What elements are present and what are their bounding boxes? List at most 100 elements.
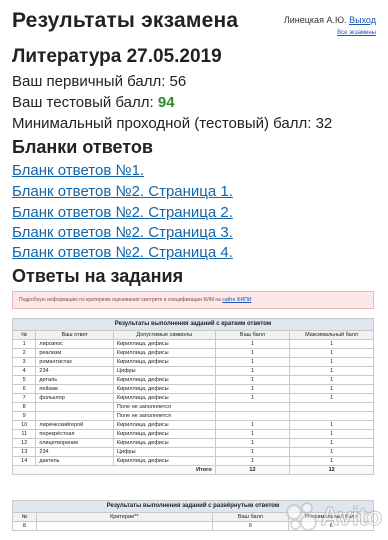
- short-table-header-row: № Ваш ответ Допустимые символы Ваш балл …: [11, 330, 374, 340]
- table-cell: деталь: [35, 375, 114, 385]
- table-cell: 1: [289, 456, 374, 466]
- table-cell: 1: [214, 348, 291, 358]
- table-cell: Кириллица, дефисы: [112, 357, 216, 367]
- table-cell: 1: [289, 339, 374, 349]
- table-cell: 1: [289, 348, 374, 358]
- min-score: Минимальный проходной (тестовый) балл: 3…: [12, 115, 333, 132]
- header-cell: Ваш ответ: [35, 330, 114, 340]
- table-cell: [289, 402, 374, 412]
- logout-link[interactable]: Выход: [349, 15, 376, 25]
- all-exams-link[interactable]: Все экзамены: [284, 30, 376, 36]
- page-title: Результаты экзамена: [12, 9, 239, 32]
- table-cell: 9: [11, 411, 37, 421]
- table-row: 8 Поле не заполняется: [11, 402, 374, 412]
- table-cell: Кириллица, дефисы: [112, 438, 216, 448]
- blank-link-4[interactable]: Бланк ответов №2. Страница 3.: [12, 224, 233, 241]
- table-cell: 6: [11, 384, 37, 394]
- table-cell: [35, 402, 114, 412]
- table-cell: романтистах: [35, 357, 114, 367]
- table-cell: лирозпос: [35, 339, 114, 349]
- table-cell: 1: [214, 375, 291, 385]
- header-cell: Максимальный балл: [289, 330, 374, 340]
- table-cell: олицетворение: [35, 438, 114, 448]
- avito-logo-icon: [286, 501, 318, 532]
- table-cell: 1: [214, 357, 291, 367]
- table-cell: 1: [214, 447, 291, 457]
- test-score: Ваш тестовый балл: 94: [12, 94, 175, 111]
- table-cell: [214, 411, 291, 421]
- table-cell: 1: [289, 375, 374, 385]
- table-cell: 1: [289, 447, 374, 457]
- table-cell: 1: [214, 393, 291, 403]
- table-cell: 1: [289, 357, 374, 367]
- blank-link-2[interactable]: Бланк ответов №2. Страница 1.: [12, 183, 233, 200]
- table-cell: Цифры: [112, 447, 216, 457]
- table-cell: 1: [214, 429, 291, 439]
- answers-heading: Ответы на задания: [12, 266, 184, 286]
- table-cell: 1: [11, 339, 37, 349]
- table-row: 6 пейзаж Кириллица, дефисы 1 1: [11, 384, 374, 394]
- table-cell: 14: [11, 456, 37, 466]
- header-cell: Допустимые символы: [112, 330, 216, 340]
- table-cell: 13: [11, 447, 37, 457]
- table-cell: 1: [214, 438, 291, 448]
- criteria-notice: Подробную информацию по критериям оценив…: [12, 291, 374, 309]
- table-cell: 1: [289, 384, 374, 394]
- table-cell: фольклор: [35, 393, 114, 403]
- table-cell: [214, 402, 291, 412]
- avito-watermark: Avito: [286, 500, 383, 532]
- short-table-caption: Результаты выполнения заданий с кратким …: [12, 318, 374, 330]
- table-cell: Кириллица, дефисы: [112, 429, 216, 439]
- table-cell: пейзаж: [35, 384, 114, 394]
- table-row: 7 фольклор Кириллица, дефисы 1 1: [11, 393, 374, 403]
- test-score-label: Ваш тестовый балл:: [12, 94, 154, 111]
- primary-score: Ваш первичный балл: 56: [12, 73, 187, 90]
- user-box: Линецкая А.Ю. Выход Все экзамены: [284, 15, 376, 36]
- table-cell: 1: [214, 456, 291, 466]
- watermark-text: Avito: [320, 500, 383, 531]
- table-cell: Кириллица, дефисы: [112, 384, 216, 394]
- table-cell: 1: [214, 384, 291, 394]
- blank-link-1[interactable]: Бланк ответов №1.: [12, 162, 144, 179]
- exam-results-page: Результаты экзамена Линецкая А.Ю. Выход …: [0, 0, 388, 540]
- table-cell: 12: [11, 438, 37, 448]
- fipi-link[interactable]: сайте ФИПИ: [222, 297, 251, 303]
- total-score: 12: [214, 465, 291, 475]
- table-cell: Кириллица, дефисы: [112, 393, 216, 403]
- total-label: Итого: [12, 465, 216, 475]
- test-score-value: 94: [157, 94, 175, 111]
- table-row: 4 234 Цифры 1 1: [11, 366, 374, 376]
- table-cell: 10: [11, 420, 37, 430]
- total-row: Итого 12 12: [12, 465, 374, 475]
- table-row: 13 234 Цифры 1 1: [11, 447, 374, 457]
- table-cell: реализм: [35, 348, 114, 358]
- blank-link-3[interactable]: Бланк ответов №2. Страница 2.: [12, 204, 233, 221]
- table-cell: 1: [289, 393, 374, 403]
- table-cell: 1: [214, 420, 291, 430]
- blanks-heading: Бланки ответов: [12, 137, 153, 157]
- table-cell: 3: [11, 357, 37, 367]
- exam-title: Литература 27.05.2019: [12, 46, 222, 67]
- table-cell: [289, 411, 374, 421]
- table-cell: 1: [289, 438, 374, 448]
- table-cell: [35, 411, 114, 421]
- table-cell: Поле не заполняется: [112, 411, 216, 421]
- blank-link-5[interactable]: Бланк ответов №2. Страница 4.: [12, 244, 233, 261]
- table-row: 9 Поле не заполняется: [11, 411, 374, 421]
- table-cell: 8: [12, 521, 37, 531]
- table-cell: 11: [11, 429, 37, 439]
- table-cell: 4: [11, 366, 37, 376]
- table-row: 10 лирическийгерой Кириллица, дефисы 1 1: [11, 420, 374, 430]
- table-cell: 1: [289, 429, 374, 439]
- table-row: 14 дактель Кириллица, дефисы 1 1: [11, 456, 374, 466]
- short-table-body: 1 лирозпос Кириллица, дефисы 1 1 2 реализм Кири…: [11, 339, 374, 466]
- table-row: 11 перекрёстная Кириллица, дефисы 1 1: [11, 429, 374, 439]
- table-cell: перекрёстная: [35, 429, 114, 439]
- table-cell: лирическийгерой: [35, 420, 114, 430]
- header-cell: №: [12, 512, 37, 522]
- short-answers-table: Результаты выполнения заданий с кратким …: [11, 318, 374, 475]
- table-cell: Кириллица, дефисы: [112, 420, 216, 430]
- table-cell: 7: [11, 393, 37, 403]
- table-cell: [35, 521, 213, 531]
- table-row: 2 реализм Кириллица, дефисы 1 1: [11, 348, 374, 358]
